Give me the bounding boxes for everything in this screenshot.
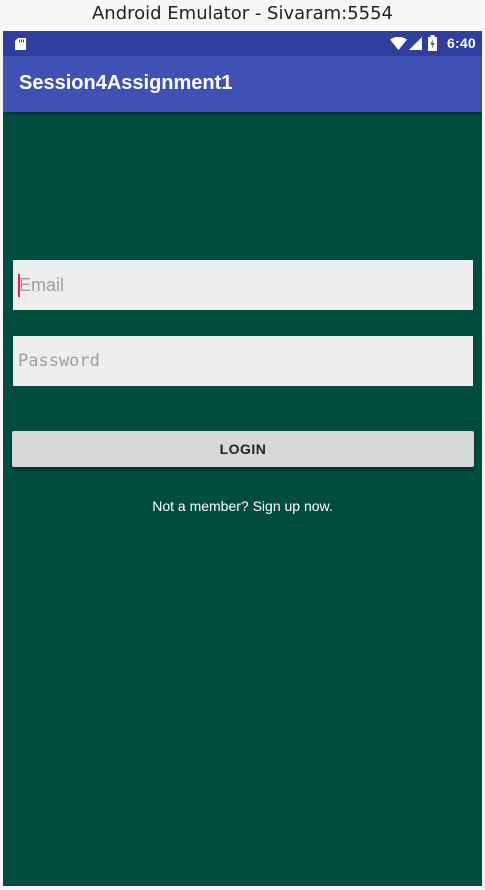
signal-icon	[409, 37, 422, 50]
status-bar: 6:40	[3, 31, 482, 56]
wifi-icon	[390, 37, 407, 50]
signup-link[interactable]: Not a member? Sign up now.	[3, 498, 482, 514]
window-title: Android Emulator - Sivaram:5554	[91, 3, 394, 24]
sd-card-icon	[15, 38, 26, 50]
app-bar: Session4Assignment1	[3, 56, 482, 112]
device-screen: 6:40 Session4Assignment1 LOGIN Not a mem…	[3, 31, 482, 886]
login-button[interactable]: LOGIN	[12, 431, 474, 467]
app-title: Session4Assignment1	[19, 72, 233, 94]
emulator-window: Android Emulator - Sivaram:5554 6:40 Ses…	[0, 0, 485, 890]
password-field[interactable]	[13, 336, 473, 386]
status-time: 6:40	[447, 35, 476, 51]
battery-icon	[428, 35, 437, 51]
email-field[interactable]	[13, 260, 473, 310]
text-cursor	[18, 274, 20, 297]
